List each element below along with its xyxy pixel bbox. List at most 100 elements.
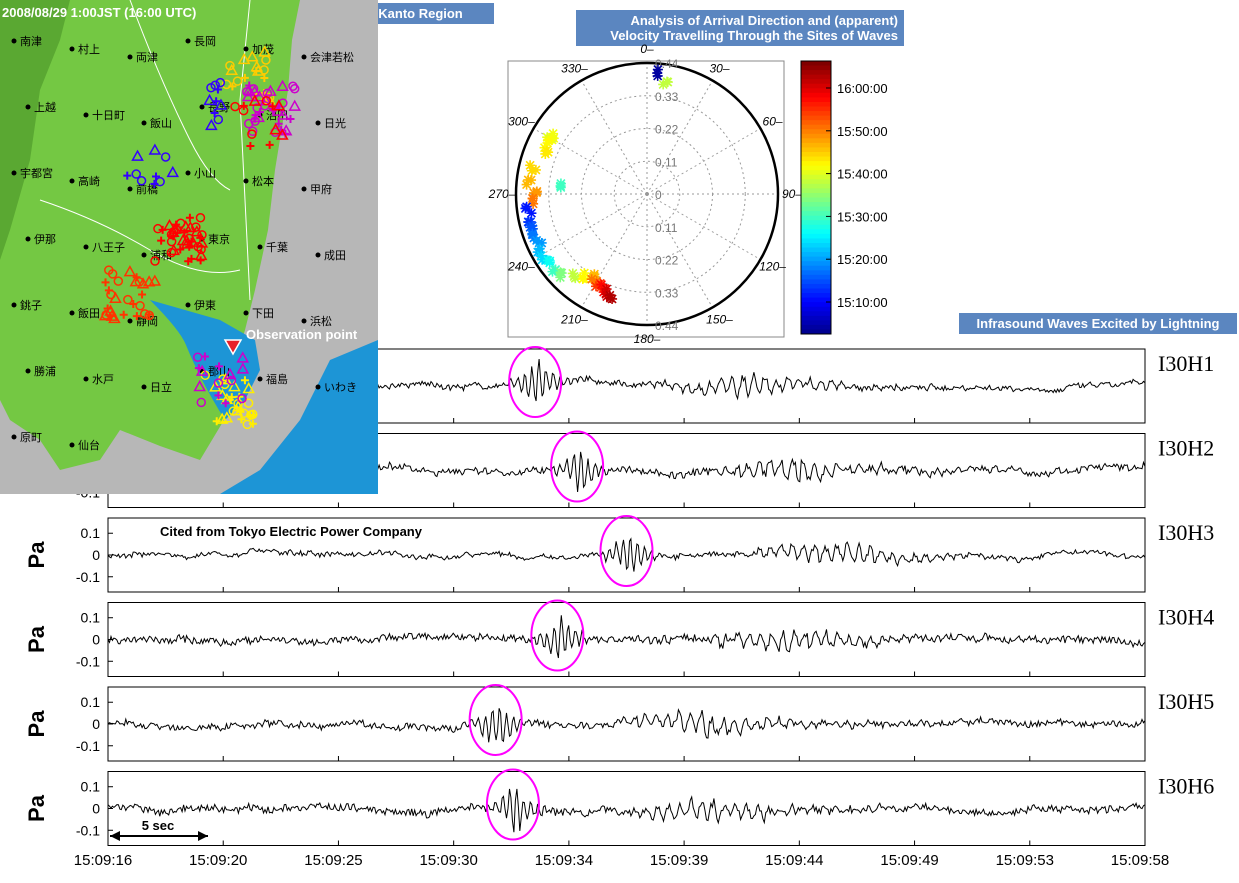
city-dot	[141, 120, 147, 126]
city-label: 銚子	[20, 298, 42, 312]
city-label: 下田	[252, 307, 274, 320]
city-dot	[25, 104, 31, 110]
city-label: 宇都宮	[20, 166, 53, 180]
city-dot	[11, 170, 17, 176]
city-label: 伊那	[34, 233, 56, 246]
city-label: 会津若松	[310, 50, 354, 64]
x-tick-label: 15:09:53	[996, 852, 1054, 869]
city-label: 上越	[34, 100, 56, 114]
city-dot	[199, 104, 205, 110]
city-dot	[127, 54, 133, 60]
city-dot	[315, 384, 321, 390]
city-dot	[11, 38, 17, 44]
city-dot	[301, 186, 307, 192]
city-label: 甲府	[310, 182, 332, 196]
city-label: 十日町	[92, 108, 125, 122]
city-label: 八王子	[92, 241, 125, 254]
city-dot	[69, 310, 75, 316]
map-citation: Cited from Tokyo Electric Power Company	[160, 524, 422, 539]
trace-series-label: I30H4	[1158, 605, 1214, 630]
x-tick-label: 15:09:39	[650, 852, 708, 869]
y-axis-label: Pa	[24, 794, 49, 822]
x-tick-label: 15:09:30	[419, 852, 477, 869]
city-dot	[11, 302, 17, 308]
y-tick-label: 0	[92, 801, 100, 817]
city-label: 勝浦	[34, 364, 56, 378]
traces-title-banner: Infrasound Waves Excited by Lightning	[959, 313, 1237, 334]
y-axis-label: Pa	[24, 710, 49, 738]
city-dot	[185, 38, 191, 44]
city-dot	[83, 244, 89, 250]
city-dot	[315, 120, 321, 126]
city-label: 浜松	[310, 314, 332, 328]
y-tick-label: 0	[92, 716, 100, 732]
trace-series-label: I30H5	[1158, 689, 1214, 714]
x-tick-label: 15:09:34	[535, 852, 593, 869]
y-axis-label: Pa	[24, 541, 49, 569]
y-tick-label: 0.1	[81, 525, 101, 541]
city-label: 高崎	[78, 174, 100, 188]
y-tick-label: -0.1	[76, 822, 100, 838]
y-tick-label: -0.1	[76, 653, 100, 669]
city-dot	[141, 384, 147, 390]
city-label: 両津	[136, 51, 158, 64]
city-dot	[25, 236, 31, 242]
x-tick-label: 15:09:20	[189, 852, 247, 869]
y-tick-label: 0	[92, 547, 100, 563]
city-label: いわき	[324, 381, 357, 394]
city-label: 原町	[20, 431, 42, 444]
city-label: 千葉	[266, 240, 288, 254]
trace-series-label: I30H3	[1158, 520, 1214, 545]
trace-series-label: I30H1	[1158, 351, 1214, 376]
city-dot	[243, 46, 249, 52]
y-tick-label: 0.1	[81, 610, 101, 626]
city-dot	[83, 376, 89, 382]
x-tick-label: 15:09:16	[74, 852, 132, 869]
city-dot	[315, 252, 321, 258]
y-axis-label: Pa	[24, 625, 49, 653]
map-date-label: 2008/08/29 1:00JST (16:00 UTC)	[2, 5, 197, 20]
city-dot	[301, 318, 307, 324]
polar-title-line2: Velocity Travelling Through the Sites of…	[610, 28, 898, 43]
polar-title-banner: Analysis of Arrival Direction and (appar…	[576, 10, 904, 46]
city-dot	[243, 178, 249, 184]
y-tick-label: 0	[92, 632, 100, 648]
city-dot	[141, 252, 147, 258]
city-dot	[83, 112, 89, 118]
city-label: 長岡	[194, 35, 216, 48]
x-tick-label: 15:09:58	[1111, 852, 1169, 869]
city-dot	[25, 368, 31, 374]
y-tick-label: -0.1	[76, 738, 100, 754]
city-dot	[257, 244, 263, 250]
city-dot	[301, 54, 307, 60]
city-label: 東京	[208, 232, 230, 246]
polar-title-line1: Analysis of Arrival Direction and (appar…	[630, 13, 898, 28]
city-dot	[243, 310, 249, 316]
city-dot	[69, 178, 75, 184]
city-label: 村上	[78, 42, 100, 56]
map-drawing: 南津村上両津長岡加茂会津若松上越十日町飯山長野沼田日光宇都宮高崎前橋小山松本甲府…	[0, 0, 378, 494]
city-label: 飯田	[78, 306, 100, 320]
trace-panel	[107, 771, 1146, 846]
city-label: 松本	[252, 174, 274, 188]
city-label: 南津	[20, 35, 42, 48]
city-label: 小山	[194, 167, 216, 180]
city-label: 日光	[324, 116, 346, 130]
city-label: 日立	[150, 380, 172, 394]
y-tick-label: 0.1	[81, 779, 101, 795]
x-tick-label: 15:09:49	[880, 852, 938, 869]
city-label: 水戸	[92, 373, 114, 386]
observation-point-label: Observation point	[246, 327, 358, 342]
scale-bar-label: 5 sec	[142, 818, 175, 833]
city-label: 飯山	[150, 116, 172, 130]
city-label: 仙台	[78, 438, 100, 452]
y-tick-label: 0.1	[81, 694, 101, 710]
city-dot	[127, 318, 133, 324]
x-tick-label: 15:09:44	[765, 852, 823, 869]
city-dot	[69, 442, 75, 448]
x-tick-label: 15:09:25	[304, 852, 362, 869]
city-label: 成田	[324, 249, 346, 262]
kanto-map: 南津 村上 両津 長岡 加茂 会津若松 上越 十日町 飯山 長野 沼田 日光 宇都宮 高崎 前橋 小山 松本 甲府…	[0, 0, 378, 494]
trace-series-label: I30H6	[1158, 774, 1214, 799]
city-dot	[69, 46, 75, 52]
